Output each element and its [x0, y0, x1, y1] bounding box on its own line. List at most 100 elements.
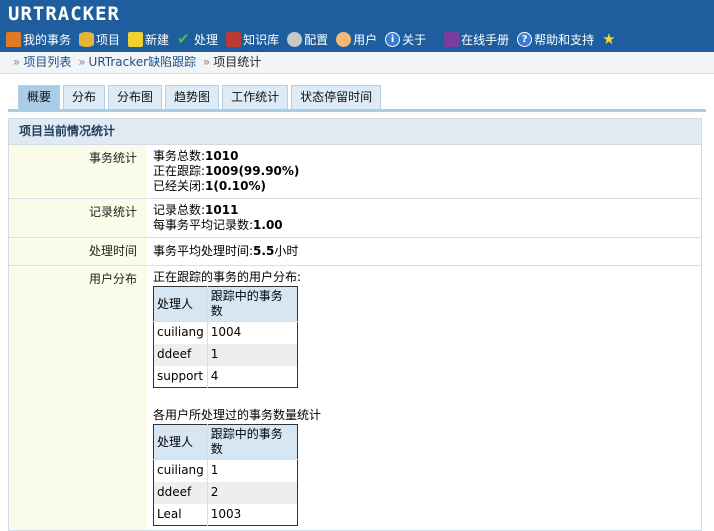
- breadcrumb-current: 项目统计: [213, 55, 262, 69]
- breadcrumb-separator: »: [78, 55, 86, 69]
- cell-count: 1004: [210, 325, 242, 340]
- nav-my-affairs[interactable]: 我的事务: [6, 31, 71, 48]
- table-row: cuiliang 1: [153, 459, 298, 482]
- closed-value: 1(0.10%): [205, 179, 266, 193]
- total-label: 事务总数:: [153, 149, 206, 163]
- time-unit: 小时: [274, 244, 299, 258]
- nav-new[interactable]: 新建: [128, 31, 169, 48]
- nav-star[interactable]: ★: [602, 29, 619, 48]
- nav-knowledge-base[interactable]: 知识库: [226, 31, 279, 48]
- cell-user: Leal: [153, 503, 208, 526]
- help-icon: ?: [517, 31, 533, 47]
- nav-about[interactable]: i 关于: [385, 31, 426, 48]
- tab-state-duration[interactable]: 状态停留时间: [291, 85, 382, 109]
- nav-label: 知识库: [243, 32, 280, 47]
- cell-user: cuiliang: [153, 459, 208, 482]
- table-row: Leal 1003: [153, 503, 298, 526]
- row-affairs: 事务统计 事务总数:1010 正在跟踪:1009(99.90%) 已经关闭:1(…: [9, 145, 701, 199]
- nav-label: 在线手册: [461, 32, 510, 47]
- cell-user: support: [153, 365, 208, 388]
- table2-caption: 各用户所处理过的事务数量统计: [153, 408, 322, 422]
- tab-work-stats[interactable]: 工作统计: [222, 85, 289, 109]
- nav-projects[interactable]: 项目: [79, 31, 120, 48]
- nav-help-support[interactable]: ? 帮助和支持: [517, 31, 594, 48]
- row-value: 正在跟踪的事务的用户分布: 处理人 跟踪中的事务数 cuiliang 1004 d…: [147, 266, 701, 530]
- nav-users[interactable]: 用户: [336, 31, 377, 48]
- row-value: 事务平均处理时间:5.5小时: [147, 238, 701, 265]
- table-row: ddeef 2: [153, 481, 298, 504]
- row-value: 记录总数:1011 每事务平均记录数:1.00: [147, 199, 701, 237]
- records-total-label: 记录总数:: [153, 203, 206, 217]
- table-header: 处理人 跟踪中的事务数: [153, 286, 298, 322]
- nav-label: 关于: [402, 32, 427, 47]
- nav-process[interactable]: ✔ 处理: [177, 31, 218, 48]
- total-value: 1010: [205, 149, 239, 163]
- star-icon: ★: [602, 29, 616, 48]
- cell-count: 1: [210, 463, 219, 478]
- tracking-user-table: 处理人 跟踪中的事务数 cuiliang 1004 ddeef 1 support 4: [153, 286, 298, 388]
- breadcrumb-separator: »: [13, 55, 21, 69]
- cell-user: cuiliang: [153, 321, 208, 344]
- cell-count: 2: [207, 481, 298, 504]
- panel-title: 项目当前情况统计: [9, 119, 701, 145]
- breadcrumb-project-list[interactable]: 项目列表: [23, 55, 71, 69]
- manual-icon: [444, 31, 460, 47]
- tab-distribution-chart[interactable]: 分布图: [108, 85, 163, 109]
- table-row: cuiliang 1004: [153, 321, 298, 344]
- info-icon: i: [385, 31, 401, 47]
- handled-user-table: 处理人 跟踪中的事务数 cuiliang 1 ddeef 2 Leal 1003: [153, 424, 298, 526]
- row-value: 事务总数:1010 正在跟踪:1009(99.90%) 已经关闭:1(0.10%…: [147, 145, 701, 198]
- database-icon: [79, 31, 95, 47]
- cell-count: 1: [207, 343, 298, 366]
- closed-label: 已经关闭:: [153, 179, 206, 193]
- nav-config[interactable]: 配置: [287, 31, 328, 48]
- table-row: ddeef 1: [153, 343, 298, 366]
- main-nav: 我的事务 项目 新建 ✔ 处理 知识库 配置 用户 i 关于 在线手册 ? 帮助和支持…: [6, 29, 714, 49]
- stat-tabs: 概要 分布 分布图 趋势图 工作统计 状态停留时间: [18, 85, 384, 109]
- nav-label: 处理: [194, 32, 219, 47]
- table-row: support 4: [153, 365, 298, 388]
- time-label: 事务平均处理时间:: [153, 244, 254, 258]
- nav-label: 帮助和支持: [534, 32, 595, 47]
- home-icon: [6, 31, 21, 47]
- nav-label: 配置: [304, 32, 329, 47]
- books-icon: [226, 31, 242, 47]
- header-handler: 处理人: [153, 424, 208, 460]
- top-bar: URTRACKER 我的事务 项目 新建 ✔ 处理 知识库 配置 用户 i 关于 在…: [0, 0, 714, 52]
- tab-overview[interactable]: 概要: [18, 85, 61, 109]
- nav-label: 用户: [353, 32, 378, 47]
- gear-icon: [287, 31, 303, 47]
- tab-distribution[interactable]: 分布: [63, 85, 106, 109]
- nav-label: 新建: [145, 32, 170, 47]
- row-label: 用户分布: [9, 266, 147, 530]
- header-handler: 处理人: [153, 286, 208, 322]
- records-avg-label: 每事务平均记录数:: [153, 218, 254, 232]
- breadcrumb: » 项目列表 » URTracker缺陷跟踪 » 项目统计: [0, 52, 714, 74]
- tracking-label: 正在跟踪:: [153, 164, 206, 178]
- cell-count: 1003: [210, 506, 242, 521]
- nav-online-manual[interactable]: 在线手册: [444, 31, 509, 48]
- breadcrumb-separator: »: [202, 55, 211, 69]
- nav-label: 项目: [96, 32, 121, 47]
- table-header: 处理人 跟踪中的事务数: [153, 424, 298, 460]
- records-avg-value: 1.00: [253, 218, 283, 232]
- header-count: 跟踪中的事务数: [207, 424, 298, 460]
- cell-count: 4: [210, 368, 219, 383]
- row-label: 处理时间: [9, 238, 147, 265]
- users-icon: [336, 31, 352, 47]
- header-count: 跟踪中的事务数: [207, 286, 298, 322]
- tab-trend-chart[interactable]: 趋势图: [165, 85, 220, 109]
- breadcrumb-project[interactable]: URTracker缺陷跟踪: [89, 55, 197, 69]
- row-label: 事务统计: [9, 145, 147, 198]
- row-records: 记录统计 记录总数:1011 每事务平均记录数:1.00: [9, 199, 701, 238]
- row-user-distribution: 用户分布 正在跟踪的事务的用户分布: 处理人 跟踪中的事务数 cuiliang 1…: [9, 266, 701, 530]
- records-total-value: 1011: [205, 203, 239, 217]
- app-logo[interactable]: URTRACKER: [8, 3, 120, 25]
- cell-user: ddeef: [153, 343, 208, 366]
- row-label: 记录统计: [9, 199, 147, 237]
- new-icon: [128, 31, 144, 47]
- nav-label: 我的事务: [23, 32, 72, 47]
- time-value: 5.5: [253, 244, 275, 258]
- check-icon: ✔: [177, 29, 190, 48]
